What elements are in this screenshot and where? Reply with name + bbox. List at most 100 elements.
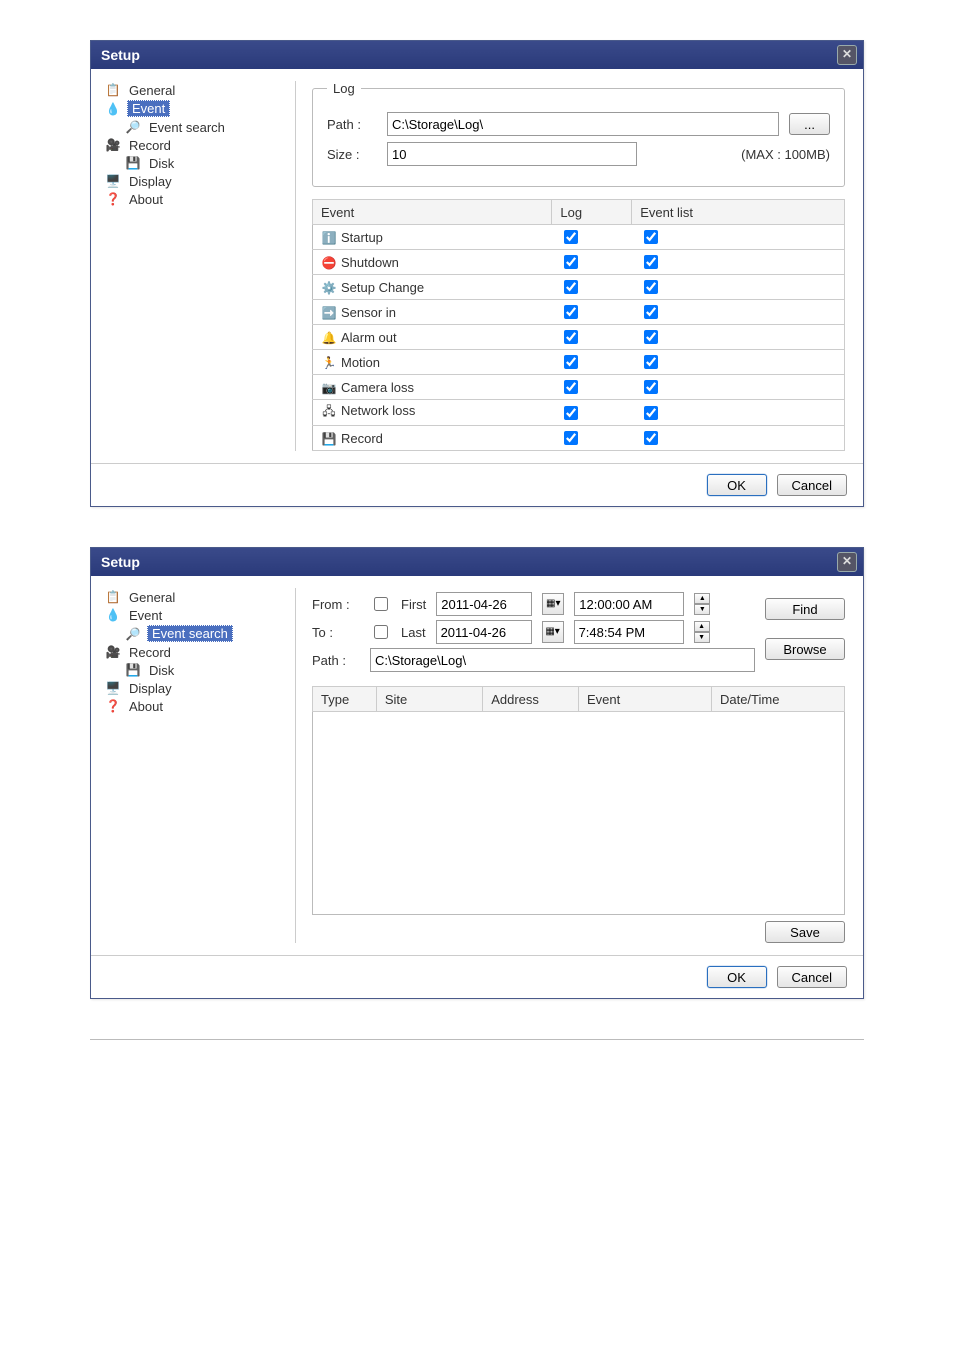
to-time-spinner: ▲ ▼	[694, 621, 710, 643]
to-date-input[interactable]	[436, 620, 532, 644]
path-input[interactable]	[387, 112, 779, 136]
find-button[interactable]: Find	[765, 598, 845, 620]
spin-up-icon[interactable]: ▲	[694, 621, 710, 632]
sidebar-item-event-search[interactable]: 🔎 Event search	[103, 624, 283, 643]
spin-down-icon[interactable]: ▼	[694, 604, 710, 615]
dialog-footer: OK Cancel	[91, 955, 863, 998]
event-name: Camera loss	[341, 380, 414, 395]
sidebar-item-general[interactable]: 📋 General	[103, 588, 283, 606]
eventlist-checkbox[interactable]	[644, 380, 658, 394]
col-type: Type	[313, 687, 377, 712]
event-search-icon: 🔎	[125, 119, 141, 135]
to-date-picker-icon[interactable]: ▦▾	[542, 621, 564, 643]
table-row: 💾 Record	[313, 426, 845, 451]
table-row: 🖧Network loss	[313, 400, 845, 426]
event-name: Setup Change	[341, 280, 424, 295]
cancel-button[interactable]: Cancel	[777, 966, 847, 988]
log-checkbox[interactable]	[564, 255, 578, 269]
path-label: Path :	[312, 653, 360, 668]
table-row: ℹ️Startup	[313, 225, 845, 250]
browse-button[interactable]: Browse	[765, 638, 845, 660]
log-checkbox[interactable]	[564, 431, 578, 445]
eventlist-checkbox[interactable]	[644, 305, 658, 319]
event-row-icon: ⛔	[321, 256, 337, 270]
spin-down-icon[interactable]: ▼	[694, 632, 710, 643]
sidebar-item-event[interactable]: 💧 Event	[103, 606, 283, 624]
save-button[interactable]: Save	[765, 921, 845, 943]
event-row-icon: ℹ️	[321, 231, 337, 245]
from-label: From :	[312, 597, 360, 612]
event-row-icon: 📷	[321, 381, 337, 395]
first-checkbox[interactable]	[374, 597, 388, 611]
table-row: ⚙️Setup Change	[313, 275, 845, 300]
to-time-input[interactable]	[574, 620, 684, 644]
about-icon: ❓	[105, 191, 121, 207]
events-table: Event Log Event list ℹ️Startup⛔Shutdown⚙…	[312, 199, 845, 451]
event-name: Alarm out	[341, 330, 397, 345]
disk-icon: 💾	[125, 155, 141, 171]
cancel-button[interactable]: Cancel	[777, 474, 847, 496]
sidebar-item-about[interactable]: ❓ About	[103, 697, 283, 715]
sidebar-item-disk[interactable]: 💾 Disk	[103, 661, 283, 679]
sidebar-item-about[interactable]: ❓ About	[103, 190, 283, 208]
sidebar-item-display[interactable]: 🖥️ Display	[103, 679, 283, 697]
eventlist-checkbox[interactable]	[644, 280, 658, 294]
eventlist-checkbox[interactable]	[644, 255, 658, 269]
search-path-input[interactable]	[370, 648, 755, 672]
path-label: Path :	[327, 117, 377, 132]
from-time-input[interactable]	[574, 592, 684, 616]
last-checkbox[interactable]	[374, 625, 388, 639]
event-icon: 💧	[105, 607, 121, 623]
dialog-footer: OK Cancel	[91, 463, 863, 506]
eventlist-checkbox[interactable]	[644, 330, 658, 344]
col-log: Log	[552, 200, 632, 225]
eventlist-checkbox[interactable]	[644, 431, 658, 445]
record-icon: 🎥	[105, 137, 121, 153]
col-address: Address	[483, 687, 579, 712]
ok-button[interactable]: OK	[707, 966, 767, 988]
close-icon[interactable]: ✕	[837, 45, 857, 65]
col-event: Event	[578, 687, 711, 712]
event-row-icon: 🖧	[321, 402, 337, 423]
log-checkbox[interactable]	[564, 355, 578, 369]
event-icon: 💧	[105, 101, 121, 117]
log-checkbox[interactable]	[564, 380, 578, 394]
size-max-hint: (MAX : 100MB)	[741, 147, 830, 162]
log-checkbox[interactable]	[564, 305, 578, 319]
event-row-icon: ➡️	[321, 306, 337, 320]
spin-up-icon[interactable]: ▲	[694, 593, 710, 604]
event-name: Record	[341, 431, 383, 446]
eventlist-checkbox[interactable]	[644, 406, 658, 420]
event-row-icon: 🏃	[321, 356, 337, 370]
eventlist-checkbox[interactable]	[644, 355, 658, 369]
last-label: Last	[401, 625, 426, 640]
to-label: To :	[312, 625, 360, 640]
page-divider	[90, 1039, 864, 1040]
eventlist-checkbox[interactable]	[644, 230, 658, 244]
display-icon: 🖥️	[105, 680, 121, 696]
col-datetime: Date/Time	[711, 687, 844, 712]
table-row: 🏃 Motion	[313, 350, 845, 375]
event-row-icon: 💾	[321, 432, 337, 446]
sidebar-item-record[interactable]: 🎥 Record	[103, 643, 283, 661]
sidebar-item-event-search[interactable]: 🔎 Event search	[103, 118, 283, 136]
record-icon: 🎥	[105, 644, 121, 660]
from-date-input[interactable]	[436, 592, 532, 616]
table-row: ➡️Sensor in	[313, 300, 845, 325]
log-checkbox[interactable]	[564, 280, 578, 294]
sidebar-item-event[interactable]: 💧 Event	[103, 99, 283, 118]
about-icon: ❓	[105, 698, 121, 714]
log-checkbox[interactable]	[564, 230, 578, 244]
sidebar-item-display[interactable]: 🖥️ Display	[103, 172, 283, 190]
close-icon[interactable]: ✕	[837, 552, 857, 572]
sidebar-item-disk[interactable]: 💾 Disk	[103, 154, 283, 172]
log-checkbox[interactable]	[564, 406, 578, 420]
ok-button[interactable]: OK	[707, 474, 767, 496]
sidebar-item-general[interactable]: 📋 General	[103, 81, 283, 99]
log-checkbox[interactable]	[564, 330, 578, 344]
sidebar-item-record[interactable]: 🎥 Record	[103, 136, 283, 154]
event-name: Motion	[341, 355, 380, 370]
from-date-picker-icon[interactable]: ▦▾	[542, 593, 564, 615]
browse-path-button[interactable]: ...	[789, 113, 830, 135]
size-input[interactable]	[387, 142, 637, 166]
